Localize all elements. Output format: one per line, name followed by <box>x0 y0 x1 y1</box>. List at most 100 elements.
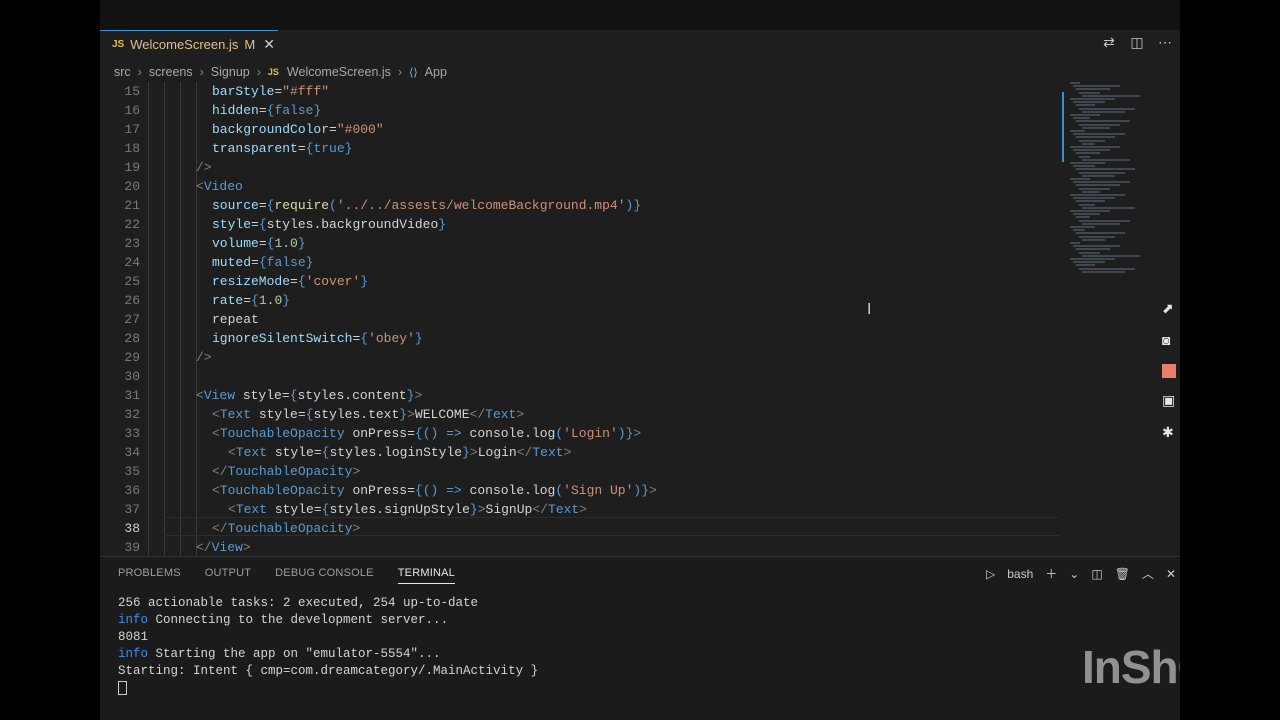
minimap-line <box>1082 174 1115 177</box>
title-strip <box>100 0 1180 30</box>
minimap-line <box>1073 261 1105 264</box>
code-text: muted={false} <box>212 255 314 270</box>
code-line[interactable]: 35 </TouchableOpacity> <box>100 462 1060 481</box>
close-icon[interactable]: ✕ <box>263 36 275 53</box>
camera-icon[interactable]: ◙ <box>1162 332 1176 350</box>
code-text: <TouchableOpacity onPress={() => console… <box>212 483 657 498</box>
code-line[interactable]: 20 <Video <box>100 177 1060 196</box>
code-text: ignoreSilentSwitch={'obey'} <box>212 331 423 346</box>
minimap-line <box>1079 171 1125 174</box>
code-text: <Text style={styles.text}>WELCOME</Text> <box>212 407 525 422</box>
minimap-line <box>1076 120 1130 123</box>
code-line[interactable]: 29 /> <box>100 348 1060 367</box>
split-editor-icon[interactable]: ◫ <box>1128 34 1146 51</box>
chevron-down-icon[interactable]: ⌄ <box>1069 567 1079 581</box>
code-line[interactable]: 24 muted={false} <box>100 253 1060 272</box>
code-line[interactable]: 31 <View style={styles.content}> <box>100 386 1060 405</box>
code-text: rate={1.0} <box>212 293 291 308</box>
minimap-line <box>1073 197 1115 200</box>
minimap-line <box>1082 94 1140 97</box>
code-line[interactable]: 17 backgroundColor="#000" <box>100 120 1060 139</box>
code-text: source={require('../../assests/welcomeBa… <box>212 198 642 213</box>
breadcrumb-symbol[interactable]: App <box>425 65 447 79</box>
breadcrumb-file[interactable]: WelcomeScreen.js <box>287 65 391 79</box>
minimap-line <box>1082 238 1105 241</box>
code-line[interactable]: 32 <Text style={styles.text}>WELCOME</Tex… <box>100 405 1060 424</box>
code-line[interactable]: 25 resizeMode={'cover'} <box>100 272 1060 291</box>
close-panel-icon[interactable]: ✕ <box>1166 567 1176 581</box>
minimap-line <box>1082 158 1130 161</box>
code-line[interactable]: 38 </TouchableOpacity> <box>100 519 1060 538</box>
code-text: resizeMode={'cover'} <box>212 274 369 289</box>
minimap-line <box>1079 219 1130 222</box>
code-editor[interactable]: 15 barStyle="#fff" 16 hidden={false} 17 backg… <box>100 82 1060 556</box>
code-line[interactable]: 30 <box>100 367 1060 386</box>
more-actions-icon[interactable]: ⋯ <box>1156 34 1174 51</box>
minimap-line <box>1073 245 1120 248</box>
minimap-line <box>1076 232 1125 235</box>
tab-problems[interactable]: PROBLEMS <box>118 567 181 584</box>
code-line[interactable]: 23 volume={1.0} <box>100 234 1060 253</box>
line-number: 35 <box>124 464 140 479</box>
terminal-line: info Starting the app on "emulator-5554"… <box>118 646 538 663</box>
minimap-line <box>1070 258 1115 260</box>
code-line[interactable]: 15 barStyle="#fff" <box>100 82 1060 101</box>
maximize-panel-icon[interactable]: ︿ <box>1142 565 1154 582</box>
record-icon[interactable] <box>1162 364 1176 378</box>
code-line[interactable]: 33 <TouchableOpacity onPress={() => conso… <box>100 424 1060 443</box>
breadcrumb-signup[interactable]: Signup <box>211 65 250 79</box>
code-line[interactable]: 21 source={require('../../assests/welcome… <box>100 196 1060 215</box>
settings-icon[interactable]: ✱ <box>1162 424 1176 442</box>
minimap-line <box>1073 165 1095 168</box>
code-text: /> <box>196 350 212 365</box>
terminal-line: 256 actionable tasks: 2 executed, 254 up… <box>118 595 538 612</box>
code-line[interactable]: 26 rate={1.0} <box>100 291 1060 310</box>
minimap[interactable] <box>1062 82 1178 282</box>
tab-terminal[interactable]: TERMINAL <box>397 567 455 584</box>
tab-debug-console[interactable]: DEBUG CONSOLE <box>275 567 374 584</box>
terminal-output[interactable]: 256 actionable tasks: 2 executed, 254 up… <box>118 595 538 697</box>
tab-output[interactable]: OUTPUT <box>205 567 251 584</box>
code-line[interactable]: 22 style={styles.backgroundVideo} <box>100 215 1060 234</box>
code-line[interactable]: 37 <Text style={styles.signUpStyle}>SignU… <box>100 500 1060 519</box>
gallery-icon[interactable]: ▣ <box>1162 392 1176 410</box>
code-line[interactable]: 27 repeat <box>100 310 1060 329</box>
terminal-text: Starting the app on "emulator-5554"... <box>148 647 441 661</box>
watermark: InShOt <box>1082 641 1180 693</box>
line-number: 18 <box>124 141 140 156</box>
left-letterbox <box>0 0 100 720</box>
line-number: 38 <box>124 521 140 536</box>
minimap-line <box>1082 142 1095 145</box>
compare-changes-icon[interactable]: ⇄ <box>1100 34 1118 51</box>
code-line[interactable]: 18 transparent={true} <box>100 139 1060 158</box>
minimap-line <box>1076 88 1110 91</box>
code-text: </View> <box>196 540 251 555</box>
code-line[interactable]: 28 ignoreSilentSwitch={'obey'} <box>100 329 1060 348</box>
code-text: style={styles.backgroundVideo} <box>212 217 447 232</box>
minimap-line <box>1070 178 1090 180</box>
trash-icon[interactable]: 🗑 <box>1115 567 1130 581</box>
code-text: backgroundColor="#000" <box>212 122 384 137</box>
minimap-line <box>1070 114 1100 116</box>
add-terminal-icon[interactable]: ＋ <box>1045 565 1057 582</box>
breadcrumb-screens[interactable]: screens <box>149 65 193 79</box>
code-line[interactable]: 16 hidden={false} <box>100 101 1060 120</box>
shell-name[interactable]: bash <box>1007 567 1033 581</box>
minimap-line <box>1082 206 1135 209</box>
line-number: 37 <box>124 502 140 517</box>
pin-icon[interactable]: ⬈ <box>1162 300 1176 318</box>
code-line[interactable]: 36 <TouchableOpacity onPress={() => conso… <box>100 481 1060 500</box>
code-line[interactable]: 19 /> <box>100 158 1060 177</box>
minimap-line <box>1079 187 1110 190</box>
terminal-text: 256 actionable tasks: 2 executed, 254 up… <box>118 596 479 610</box>
code-line[interactable]: 39 </View> <box>100 538 1060 557</box>
tab-welcomescreen[interactable]: JS WelcomeScreen.js M ✕ <box>100 30 278 58</box>
editor-actions: ⇄ ◫ ⋯ <box>1100 34 1174 51</box>
minimap-line <box>1076 200 1105 203</box>
minimap-line <box>1073 149 1110 152</box>
minimap-line <box>1076 248 1110 251</box>
terminal-prompt[interactable] <box>118 680 538 697</box>
breadcrumb-src[interactable]: src <box>114 65 131 79</box>
split-terminal-icon[interactable]: ◫ <box>1091 567 1102 581</box>
code-line[interactable]: 34 <Text style={styles.loginStyle}>Login<… <box>100 443 1060 462</box>
